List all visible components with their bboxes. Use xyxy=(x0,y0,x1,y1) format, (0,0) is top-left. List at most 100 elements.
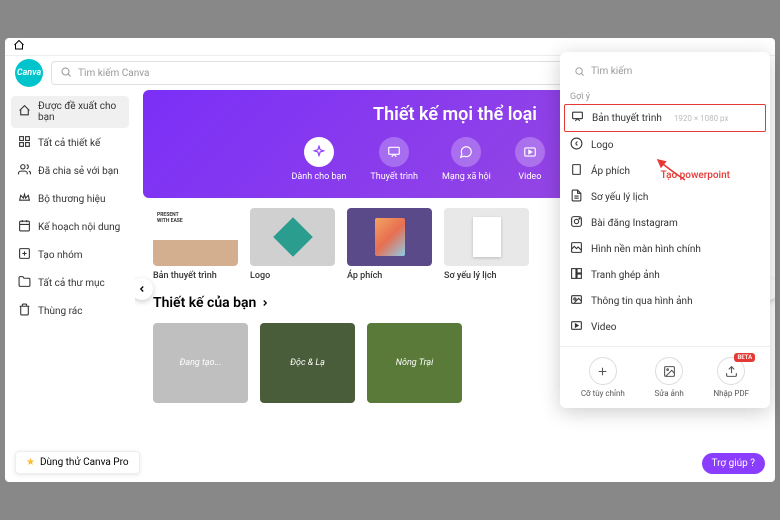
sidebar-item-7[interactable]: Thùng rác xyxy=(11,298,129,324)
annotation-text: Tạo powerpoint xyxy=(661,170,730,181)
template-0[interactable]: Bản thuyết trình xyxy=(153,208,238,281)
dropdown-action-label: Nhập PDF xyxy=(713,389,749,398)
template-3[interactable]: Sơ yếu lý lịch xyxy=(444,208,529,281)
template-2[interactable]: Áp phích xyxy=(347,208,432,281)
category-label: Thuyết trình xyxy=(370,172,418,182)
dropdown-item-0[interactable]: Bản thuyết trình 1920 × 1080 px xyxy=(564,104,766,132)
dropdown-action-1[interactable]: Sửa ảnh xyxy=(655,357,684,398)
crown-icon: ★ xyxy=(26,457,35,468)
dropdown-hint: Gợi ý xyxy=(560,90,770,104)
sparkle-icon xyxy=(304,137,334,167)
dropdown-action-2[interactable]: BETA Nhập PDF xyxy=(713,357,749,398)
template-label: Áp phích xyxy=(347,271,432,281)
sidebar-item-label: Tạo nhóm xyxy=(38,250,83,261)
video-icon xyxy=(515,137,545,167)
dropdown-item-3[interactable]: Sơ yếu lý lịch xyxy=(560,184,770,210)
sidebar-item-label: Tất cả thiết kế xyxy=(38,138,100,149)
dropdown-item-label: Bài đăng Instagram xyxy=(591,218,678,229)
crown-icon xyxy=(18,191,31,207)
dropdown-action-label: Sửa ảnh xyxy=(655,389,684,398)
category-3[interactable]: Video xyxy=(515,137,545,182)
search-icon xyxy=(574,66,585,77)
dropdown-item-4[interactable]: Bài đăng Instagram xyxy=(560,210,770,236)
template-label: Logo xyxy=(250,271,335,281)
search-icon xyxy=(60,66,72,81)
design-label: Nông Trại xyxy=(396,358,434,368)
design-0[interactable]: Đang tạo... xyxy=(153,323,248,403)
chat-icon xyxy=(451,137,481,167)
design-label: Độc & Lạ xyxy=(290,358,325,368)
dropdown-action-0[interactable]: Cỡ tùy chỉnh xyxy=(581,357,625,398)
dropdown-item-label: Hình nền màn hình chính xyxy=(591,244,701,255)
template-label: Sơ yếu lý lịch xyxy=(444,271,529,281)
copyright-icon xyxy=(570,137,583,153)
canva-logo[interactable]: Canva xyxy=(15,59,43,87)
beta-badge: BETA xyxy=(734,353,755,362)
chevron-right-icon xyxy=(260,298,270,308)
category-2[interactable]: Mạng xã hội xyxy=(442,137,491,182)
dropdown-item-7[interactable]: Thông tin qua hình ảnh xyxy=(560,288,770,314)
instagram-icon xyxy=(570,215,583,231)
message-image-icon xyxy=(570,293,583,309)
image-icon xyxy=(655,357,683,385)
search-placeholder: Tìm kiếm Canva xyxy=(78,68,149,79)
sidebar-item-0[interactable]: Được đề xuất cho bạn xyxy=(11,96,129,128)
dropdown-item-label: Áp phích xyxy=(591,166,630,177)
folder-icon xyxy=(18,275,31,291)
plus-square-icon xyxy=(18,247,31,263)
sidebar-item-label: Đã chia sẻ với bạn xyxy=(38,166,119,177)
sidebar-item-1[interactable]: Tất cả thiết kế xyxy=(11,130,129,156)
dropdown-search-input[interactable]: Tìm kiếm xyxy=(568,60,762,82)
sidebar-item-label: Bộ thương hiệu xyxy=(38,194,105,205)
help-button[interactable]: Trợ giúp ? xyxy=(702,453,765,474)
home-icon xyxy=(18,104,31,120)
trash-icon xyxy=(18,303,31,319)
search-input[interactable]: Tìm kiếm Canva xyxy=(51,61,599,85)
poster-icon xyxy=(570,163,583,179)
home-icon[interactable] xyxy=(13,39,25,54)
template-1[interactable]: Logo xyxy=(250,208,335,281)
category-label: Mạng xã hội xyxy=(442,172,491,182)
dropdown-item-6[interactable]: Tranh ghép ảnh xyxy=(560,262,770,288)
try-pro-banner[interactable]: ★ Dùng thử Canva Pro xyxy=(15,451,140,474)
wallpaper-icon xyxy=(570,241,583,257)
dropdown-item-label: Thông tin qua hình ảnh xyxy=(591,296,693,307)
create-design-dropdown: Tìm kiếm Gợi ý Bản thuyết trình 1920 × 1… xyxy=(560,52,770,408)
users-icon xyxy=(18,163,31,179)
presentation-icon xyxy=(379,137,409,167)
design-2[interactable]: Nông Trại xyxy=(367,323,462,403)
design-1[interactable]: Độc & Lạ xyxy=(260,323,355,403)
dropdown-action-label: Cỡ tùy chỉnh xyxy=(581,389,625,398)
category-0[interactable]: Dành cho bạn xyxy=(291,137,346,182)
sidebar: Được đề xuất cho bạn Tất cả thiết kế Đã … xyxy=(5,90,135,482)
dropdown-item-label: Tranh ghép ảnh xyxy=(591,270,660,281)
dropdown-item-label: Sơ yếu lý lịch xyxy=(591,192,648,203)
category-label: Dành cho bạn xyxy=(291,172,346,182)
sidebar-item-2[interactable]: Đã chia sẻ với bạn xyxy=(11,158,129,184)
dropdown-item-8[interactable]: Video xyxy=(560,314,770,340)
category-1[interactable]: Thuyết trình xyxy=(370,137,418,182)
sidebar-item-label: Được đề xuất cho bạn xyxy=(38,101,122,123)
design-label: Đang tạo... xyxy=(179,358,221,368)
template-thumbnail xyxy=(347,208,432,266)
calendar-icon xyxy=(18,219,31,235)
sidebar-item-3[interactable]: Bộ thương hiệu xyxy=(11,186,129,212)
template-thumbnail xyxy=(153,208,238,266)
template-thumbnail xyxy=(250,208,335,266)
sidebar-item-5[interactable]: Tạo nhóm xyxy=(11,242,129,268)
grid-icon xyxy=(18,135,31,151)
template-thumbnail xyxy=(444,208,529,266)
dropdown-item-label: Logo xyxy=(591,140,613,151)
dropdown-item-5[interactable]: Hình nền màn hình chính xyxy=(560,236,770,262)
sidebar-item-label: Thùng rác xyxy=(38,306,82,317)
sidebar-item-6[interactable]: Tất cả thư mục xyxy=(11,270,129,296)
sidebar-item-4[interactable]: Kế hoạch nội dung xyxy=(11,214,129,240)
template-label: Bản thuyết trình xyxy=(153,271,238,281)
plus-icon xyxy=(589,357,617,385)
video-icon xyxy=(570,319,583,335)
sidebar-item-label: Tất cả thư mục xyxy=(38,278,105,289)
presentation-icon xyxy=(571,110,584,126)
sidebar-item-label: Kế hoạch nội dung xyxy=(38,222,120,233)
category-label: Video xyxy=(518,172,541,182)
dropdown-item-label: Video xyxy=(591,322,616,333)
